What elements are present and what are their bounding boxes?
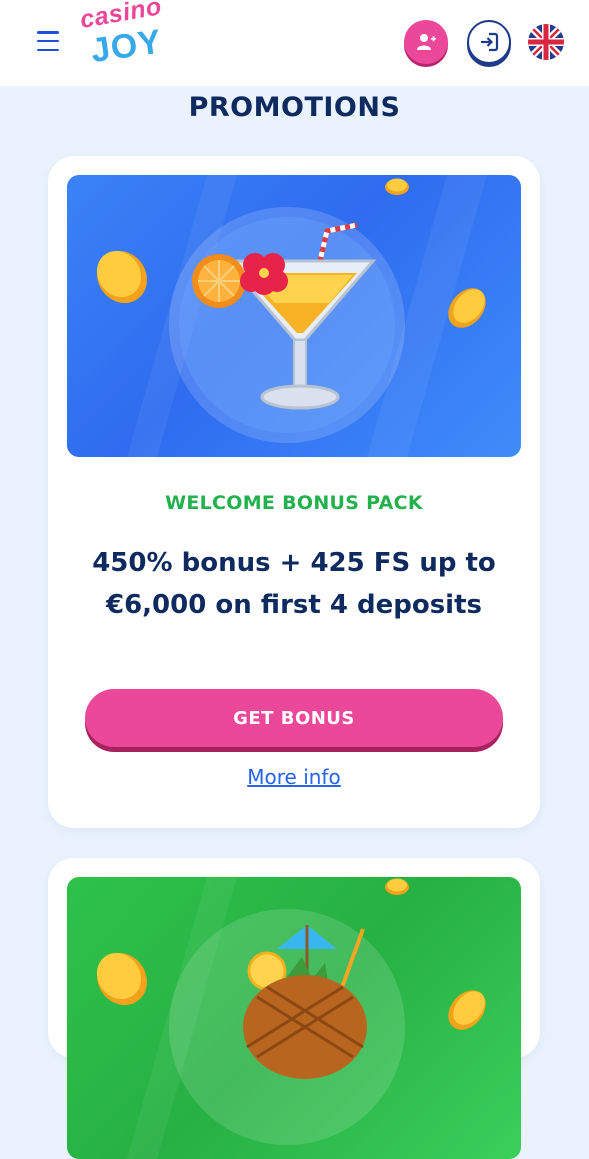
promotion-banner-image[interactable] bbox=[67, 877, 521, 1159]
casino-joy-logo[interactable]: casino JOY bbox=[78, 0, 192, 82]
promotion-description: 450% bonus + 425 FS up to €6,000 on firs… bbox=[92, 548, 496, 620]
promotion-card bbox=[48, 858, 540, 1159]
promotion-tag: WELCOME BONUS PACK bbox=[165, 492, 423, 514]
promotion-card: WELCOME BONUS PACK 450% bonus + 425 FS u… bbox=[48, 156, 540, 828]
hibiscus-flower-icon bbox=[240, 253, 288, 295]
register-button[interactable] bbox=[404, 20, 448, 64]
add-user-icon bbox=[417, 34, 436, 50]
cocktail-illustration bbox=[96, 175, 487, 457]
uk-flag-icon bbox=[528, 24, 564, 60]
hamburger-menu-icon[interactable] bbox=[37, 31, 59, 51]
pineapple-cocktail-illustration bbox=[96, 877, 486, 1159]
logo-text-joy: JOY bbox=[88, 22, 165, 71]
language-selector[interactable] bbox=[528, 24, 564, 60]
page-title: PROMOTIONS bbox=[188, 92, 401, 123]
gold-coin-icon bbox=[96, 250, 148, 304]
get-bonus-button[interactable]: GET BONUS bbox=[85, 689, 503, 747]
login-icon bbox=[481, 32, 499, 52]
promotion-banner-image[interactable] bbox=[67, 175, 521, 457]
more-info-link[interactable]: More info bbox=[48, 765, 540, 789]
login-button[interactable] bbox=[467, 20, 511, 64]
site-header: casino JOY bbox=[0, 0, 589, 86]
